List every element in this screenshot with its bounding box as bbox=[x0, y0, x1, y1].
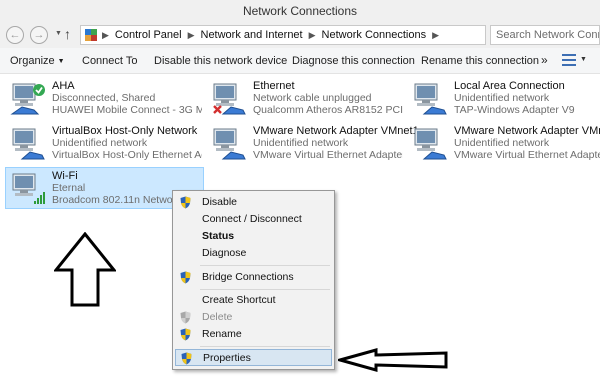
organize-button[interactable]: Organize ▼ bbox=[10, 55, 65, 67]
adapter-name: AHA bbox=[52, 80, 75, 92]
adapter-device: VirtualBox Host-Only Ethernet Ad... bbox=[52, 149, 202, 161]
adapter-status: Unidentified network bbox=[253, 137, 349, 149]
adapter-name: VMware Network Adapter VMnet1 bbox=[253, 125, 419, 137]
adapter-name: VMware Network Adapter VMnet8 bbox=[454, 125, 600, 137]
search-input[interactable]: Search Network Connect bbox=[490, 25, 600, 45]
menu-item-label: Disable bbox=[202, 196, 238, 208]
menu-item-label: Rename bbox=[202, 328, 242, 340]
adapter-device: Qualcomm Atheros AR8152 PCI-E... bbox=[253, 104, 403, 116]
disable-device-button[interactable]: Disable this network device bbox=[154, 55, 287, 67]
command-bar: Organize ▼ Connect To Disable this networ… bbox=[0, 48, 600, 74]
menu-item-bridge-connections[interactable]: Bridge Connections bbox=[175, 269, 332, 286]
adapter-local-area-connection[interactable]: Local Area Connection Unidentified netwo… bbox=[408, 78, 600, 118]
adapter-virtualbox-host-only[interactable]: VirtualBox Host-Only Network Unidentifie… bbox=[6, 123, 202, 163]
chevron-down-icon: ▼ bbox=[57, 58, 65, 65]
more-commands-button[interactable]: » bbox=[541, 53, 548, 67]
menu-item-label: Diagnose bbox=[202, 247, 247, 259]
menu-item-rename[interactable]: Rename bbox=[175, 326, 332, 343]
breadcrumb-network-connections[interactable]: Network Connections bbox=[322, 29, 427, 41]
menu-item-label: Properties bbox=[203, 352, 251, 364]
menu-item-status[interactable]: Status bbox=[175, 228, 332, 245]
network-adapter-icon bbox=[213, 128, 246, 160]
control-panel-icon bbox=[84, 28, 98, 42]
adapter-status: Eternal bbox=[52, 182, 86, 194]
uac-shield-icon bbox=[180, 311, 191, 324]
change-view-icon[interactable] bbox=[562, 54, 576, 66]
context-menu: Disable Connect / Disconnect Status Diag… bbox=[172, 190, 335, 370]
network-adapter-icon bbox=[213, 83, 246, 115]
uac-shield-icon bbox=[181, 352, 192, 365]
address-row: ← → ▼ ↑ ▶ Control Panel ▶ Network and In… bbox=[0, 22, 600, 48]
adapter-name: Ethernet bbox=[253, 80, 295, 92]
breadcrumb-network-and-internet[interactable]: Network and Internet bbox=[201, 29, 303, 41]
adapter-name: Wi-Fi bbox=[52, 170, 78, 182]
adapter-device: TAP-Windows Adapter V9 bbox=[454, 104, 575, 116]
menu-item-label: Connect / Disconnect bbox=[202, 213, 302, 225]
adapter-status: Disconnected, Shared bbox=[52, 92, 156, 104]
network-adapter-icon bbox=[12, 128, 45, 160]
back-button[interactable]: ← bbox=[6, 26, 24, 44]
adapter-device: VMware Virtual Ethernet Adapter ... bbox=[454, 149, 600, 161]
menu-item-diagnose[interactable]: Diagnose bbox=[175, 245, 332, 262]
recent-locations-chevron-icon[interactable]: ▼ bbox=[55, 30, 62, 37]
menu-item-properties[interactable]: Properties bbox=[175, 349, 332, 366]
adapter-vmnet8[interactable]: VMware Network Adapter VMnet8 Unidentifi… bbox=[408, 123, 600, 163]
menu-separator bbox=[200, 346, 330, 347]
menu-item-label: Bridge Connections bbox=[202, 271, 294, 283]
uac-shield-icon bbox=[180, 328, 191, 341]
menu-item-disable[interactable]: Disable bbox=[175, 194, 332, 211]
annotation-up-arrow-icon bbox=[54, 232, 116, 307]
network-adapter-icon bbox=[414, 83, 447, 115]
adapter-name: Local Area Connection bbox=[454, 80, 565, 92]
adapter-device: HUAWEI Mobile Connect - 3G M... bbox=[52, 104, 202, 116]
adapter-name: VirtualBox Host-Only Network bbox=[52, 125, 198, 137]
network-adapter-icon bbox=[414, 128, 447, 160]
adapter-ethernet[interactable]: Ethernet Network cable unplugged Qualcom… bbox=[207, 78, 403, 118]
uac-shield-icon bbox=[180, 271, 191, 284]
adapter-status: Unidentified network bbox=[454, 137, 550, 149]
uac-shield-icon bbox=[180, 196, 191, 209]
adapter-vmnet1[interactable]: VMware Network Adapter VMnet1 Unidentifi… bbox=[207, 123, 419, 163]
menu-item-connect-disconnect[interactable]: Connect / Disconnect bbox=[175, 211, 332, 228]
network-adapter-icon bbox=[10, 83, 45, 115]
breadcrumb-separator-icon[interactable]: ▶ bbox=[188, 30, 195, 41]
connect-to-button[interactable]: Connect To bbox=[82, 55, 137, 67]
adapter-status: Network cable unplugged bbox=[253, 92, 372, 104]
breadcrumb-separator-icon[interactable]: ▶ bbox=[432, 30, 439, 41]
menu-item-label: Create Shortcut bbox=[202, 294, 276, 306]
title-bar: Network Connections bbox=[0, 0, 600, 22]
rename-button[interactable]: Rename this connection bbox=[421, 55, 539, 67]
breadcrumb-separator-icon[interactable]: ▶ bbox=[102, 30, 109, 41]
adapter-aha[interactable]: AHA Disconnected, Shared HUAWEI Mobile C… bbox=[6, 78, 202, 118]
breadcrumb-control-panel[interactable]: Control Panel bbox=[115, 29, 182, 41]
menu-item-label: Status bbox=[202, 230, 235, 242]
menu-item-delete: Delete bbox=[175, 309, 332, 326]
up-button[interactable]: ↑ bbox=[64, 26, 71, 42]
menu-item-create-shortcut[interactable]: Create Shortcut bbox=[175, 292, 332, 309]
diagnose-button[interactable]: Diagnose this connection bbox=[292, 55, 415, 67]
menu-separator bbox=[200, 265, 330, 266]
wireless-adapter-icon bbox=[12, 173, 45, 204]
window-title: Network Connections bbox=[242, 4, 358, 18]
annotation-left-arrow-icon bbox=[338, 348, 448, 372]
adapter-status: Unidentified network bbox=[454, 92, 550, 104]
adapter-device: VMware Virtual Ethernet Adapter ... bbox=[253, 149, 403, 161]
menu-separator bbox=[200, 289, 330, 290]
menu-item-label: Delete bbox=[202, 311, 233, 323]
organize-label: Organize bbox=[10, 55, 55, 67]
adapter-status: Unidentified network bbox=[52, 137, 148, 149]
chevron-down-icon[interactable]: ▼ bbox=[580, 56, 587, 63]
address-bar[interactable]: ▶ Control Panel ▶ Network and Internet ▶… bbox=[80, 25, 486, 45]
forward-button[interactable]: → bbox=[30, 26, 48, 44]
breadcrumb-separator-icon[interactable]: ▶ bbox=[309, 30, 316, 41]
